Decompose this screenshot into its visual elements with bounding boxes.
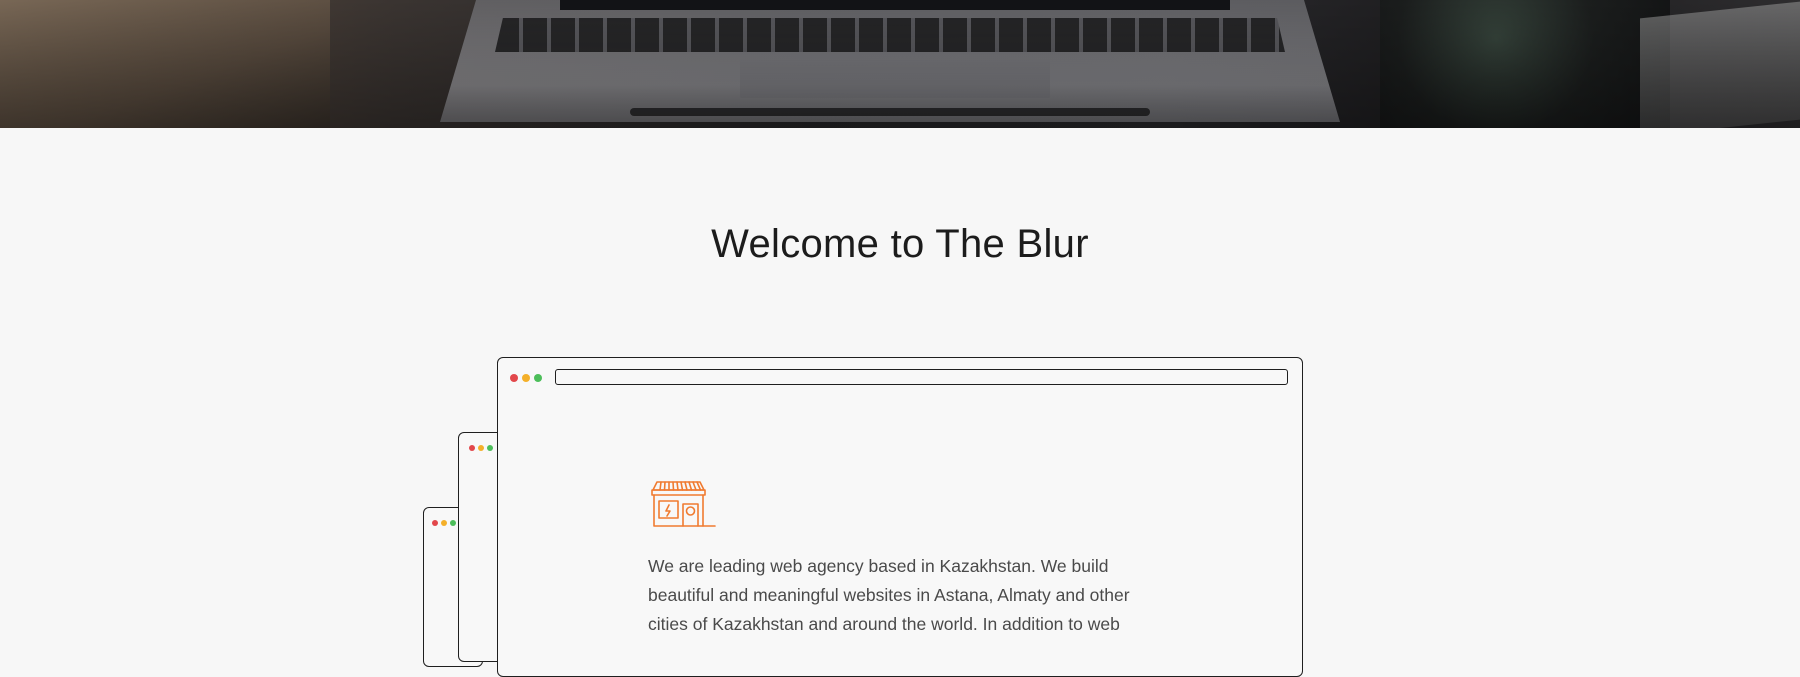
minimize-dot-icon bbox=[441, 520, 447, 526]
maximize-dot-icon bbox=[534, 374, 542, 382]
page-title: Welcome to The Blur bbox=[711, 222, 1089, 266]
window-controls bbox=[469, 445, 493, 451]
window-controls bbox=[510, 374, 542, 382]
intro-text: We are leading web agency based in Kazak… bbox=[648, 556, 1130, 634]
minimize-dot-icon bbox=[478, 445, 484, 451]
close-dot-icon bbox=[432, 520, 438, 526]
hero-banner bbox=[0, 0, 1800, 128]
storefront-icon bbox=[651, 481, 716, 527]
close-dot-icon bbox=[469, 445, 475, 451]
maximize-dot-icon bbox=[487, 445, 493, 451]
close-dot-icon bbox=[510, 374, 518, 382]
maximize-dot-icon bbox=[450, 520, 456, 526]
window-controls bbox=[432, 520, 456, 526]
hero-shade bbox=[0, 0, 1800, 128]
address-bar bbox=[555, 369, 1288, 385]
minimize-dot-icon bbox=[522, 374, 530, 382]
